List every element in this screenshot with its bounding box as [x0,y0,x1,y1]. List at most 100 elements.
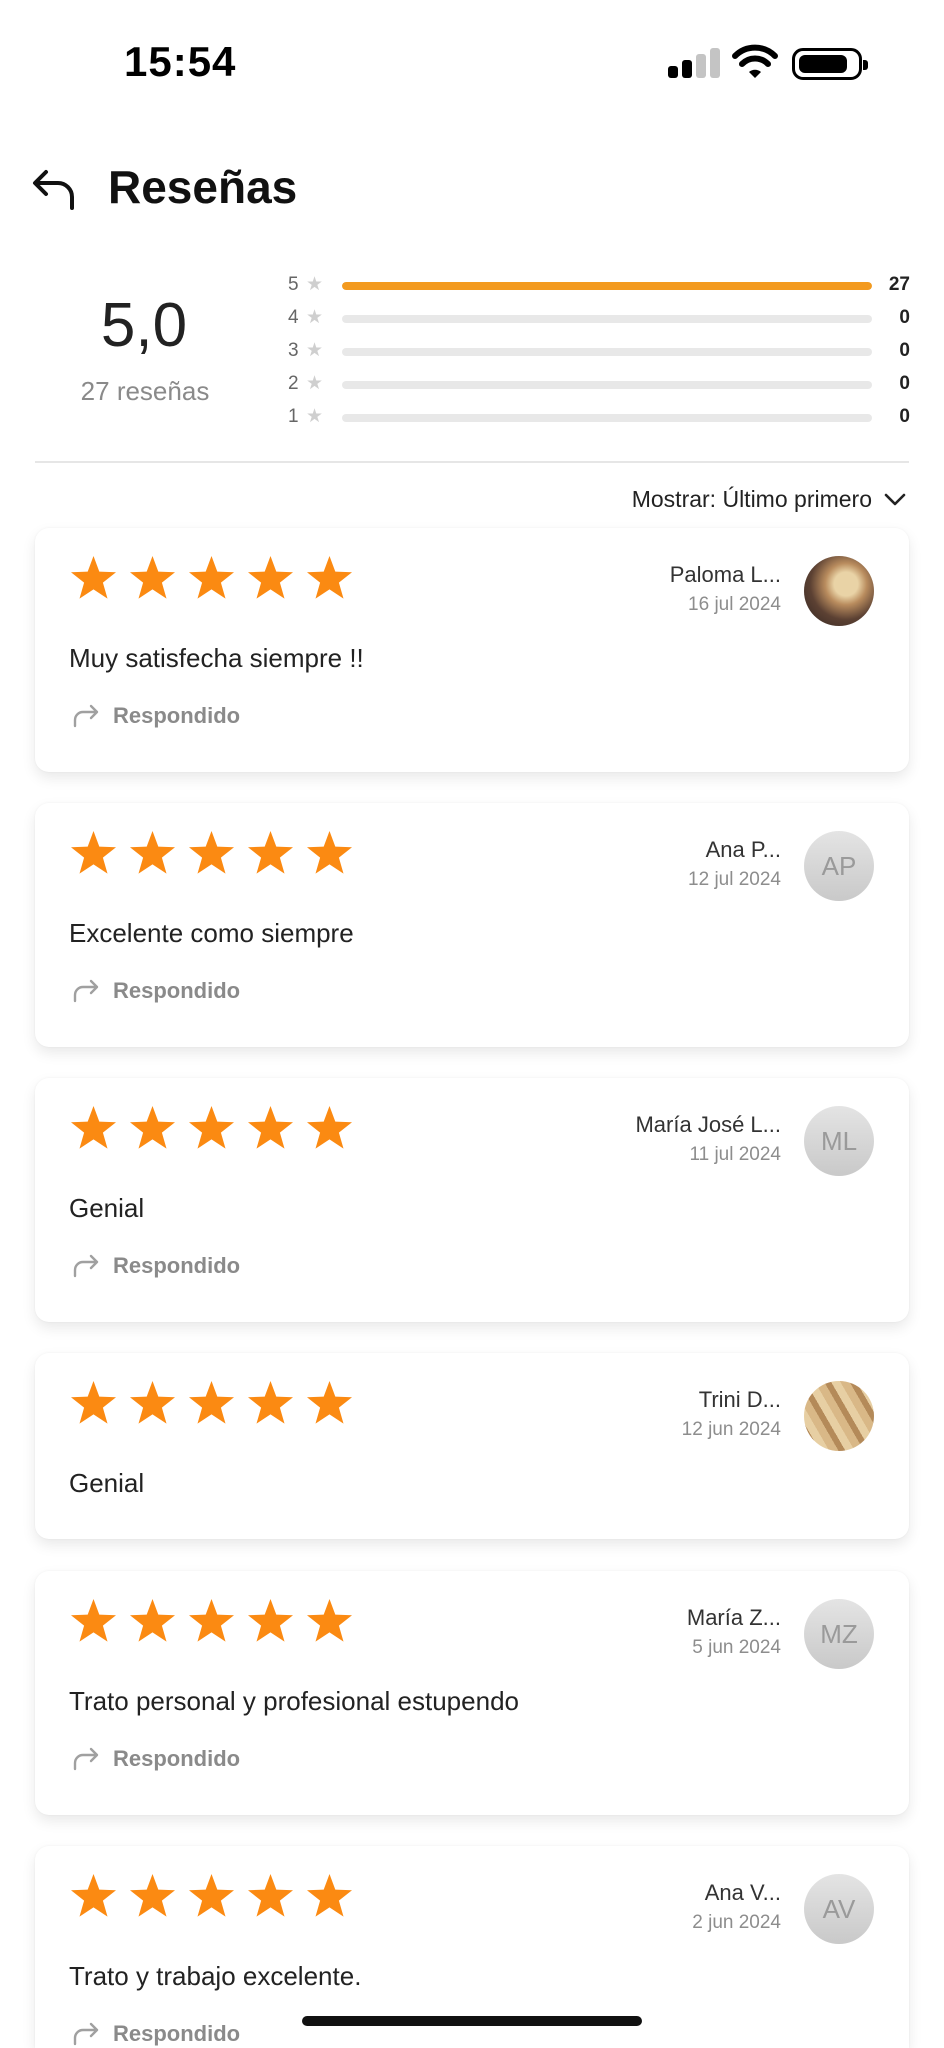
star-icon [248,1874,293,1917]
reply-arrow-icon [73,979,99,1003]
review-text: Trato y trabajo excelente. [69,1961,362,1991]
home-indicator[interactable] [302,2016,642,2026]
reply-arrow-icon [73,1747,99,1771]
cellular-signal-icon [668,48,722,78]
distribution-count: 0 [899,340,910,361]
distribution-row-5: 5 ★ 27 [280,274,910,298]
review-date: 5 jun 2024 [692,1637,781,1658]
star-icon: ★ [306,406,324,427]
sort-dropdown[interactable]: Mostrar: Último primero [632,486,906,513]
star-icon: ★ [306,307,324,328]
star-icon [189,1599,234,1642]
review-text: Muy satisfecha siempre !! [69,643,364,673]
reply-arrow-icon [73,704,99,728]
review-text: Trato personal y profesional estupendo [69,1686,519,1716]
replied-indicator[interactable]: Respondido [71,1746,240,1772]
rating-stars [69,829,354,876]
replied-label: Respondido [113,978,241,1003]
star-icon [307,1381,352,1424]
chevron-down-icon [884,493,906,505]
rating-stars [69,554,354,601]
reviewer-info: Paloma L... 16 jul 2024 [670,562,781,616]
star-icon [307,1106,352,1149]
replied-indicator[interactable]: Respondido [71,978,240,1004]
distribution-count: 0 [899,406,910,427]
reviewer-name: María Z... [686,1605,781,1630]
page-title: Reseñas [108,161,298,213]
star-icon [307,556,352,599]
reviewer-name: Trini D... [698,1387,781,1412]
reviewer-info: Ana P... 12 jul 2024 [688,837,781,891]
distribution-bar [342,282,872,290]
sort-label: Mostrar: Último primero [631,486,872,512]
distribution-row-2: 2 ★ 0 [280,373,910,397]
distribution-bar [342,381,872,389]
replied-indicator[interactable]: Respondido [71,2021,240,2047]
review-card: Ana P... 12 jul 2024 AP Excelente como s… [35,803,909,1047]
replied-label: Respondido [113,1253,241,1278]
reviewer-name: María José L... [635,1112,781,1137]
star-icon [130,1106,175,1149]
distribution-stars: 5 [288,274,299,295]
reply-arrow-icon [73,2022,99,2046]
star-icon: ★ [306,373,324,394]
star-icon [189,1874,234,1917]
review-count: 27 reseñas [80,376,210,406]
distribution-bar [342,414,872,422]
star-icon [130,1874,175,1917]
review-card: María Z... 5 jun 2024 MZ Trato personal … [35,1571,909,1815]
distribution-stars: 4 [288,307,299,328]
review-card: Paloma L... 16 jul 2024 Muy satisfecha s… [35,528,909,772]
star-icon [307,1874,352,1917]
avatar: ML [804,1106,874,1176]
rating-stars [69,1379,354,1426]
star-icon [189,556,234,599]
star-icon [248,556,293,599]
avatar: AP [804,831,874,901]
reply-arrow-icon [73,1254,99,1278]
battery-icon [792,48,868,80]
star-icon [71,831,116,874]
status-bar: 15:54 [0,0,944,120]
wifi-icon [732,44,778,78]
avatar: MZ [804,1599,874,1669]
divider [35,461,909,463]
avatar [804,556,874,626]
rating-stars [69,1597,354,1644]
replied-label: Respondido [113,1746,241,1771]
star-icon [71,1874,116,1917]
distribution-stars: 2 [288,373,299,394]
rating-stars [69,1104,354,1151]
back-arrow-icon[interactable] [30,164,80,214]
star-icon [248,831,293,874]
header: Reseñas [0,150,944,230]
distribution-row-1: 1 ★ 0 [280,406,910,430]
review-card: María José L... 11 jul 2024 ML Genial Re… [35,1078,909,1322]
star-icon [189,1381,234,1424]
star-icon [189,1106,234,1149]
distribution-stars: 3 [288,340,299,361]
reviewer-name: Ana V... [704,1880,781,1905]
star-icon: ★ [306,274,324,295]
star-icon [71,1599,116,1642]
distribution-row-4: 4 ★ 0 [280,307,910,331]
review-date: 12 jul 2024 [688,869,781,890]
reviewer-name: Paloma L... [669,562,781,587]
distribution-bar [342,315,872,323]
review-date: 12 jun 2024 [681,1419,781,1440]
distribution-count: 0 [899,307,910,328]
star-icon [248,1106,293,1149]
rating-stars [69,1872,354,1919]
review-date: 11 jul 2024 [689,1144,781,1165]
star-icon: ★ [306,340,324,361]
star-icon [71,556,116,599]
rating-summary: 5,0 27 reseñas 5 ★ 27 4 ★ 0 3 ★ 0 2 ★ 0 … [0,262,944,432]
avatar: AV [804,1874,874,1944]
replied-indicator[interactable]: Respondido [71,1253,240,1279]
star-icon [307,831,352,874]
star-icon [130,1599,175,1642]
replied-label: Respondido [113,2021,241,2046]
star-icon [248,1599,293,1642]
distribution-bar [342,348,872,356]
replied-indicator[interactable]: Respondido [71,703,240,729]
